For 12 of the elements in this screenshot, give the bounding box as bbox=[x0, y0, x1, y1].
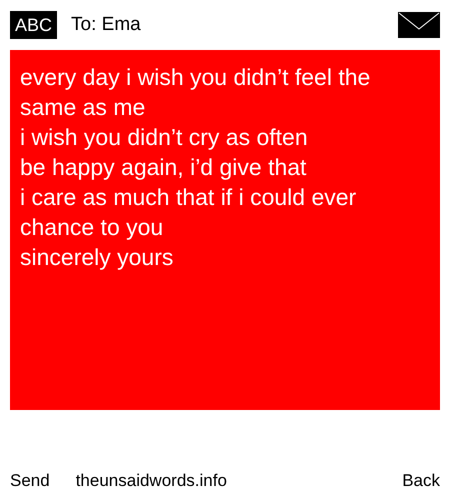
message-line: i wish you didn’t cry as often bbox=[20, 123, 309, 152]
back-button[interactable]: Back bbox=[402, 468, 440, 494]
message-line: sincerely yours bbox=[20, 243, 174, 272]
keyboard-mode-label[interactable]: ABC bbox=[10, 11, 58, 39]
message-line: chance to you bbox=[20, 213, 164, 242]
website-link[interactable]: theunsaidwords.info bbox=[76, 468, 227, 494]
message-area[interactable]: every day i wish you didn’t feel the same as me i wish you didn’t cry as often be happy again, i’d give that i care as much that if i could ever chance to you sincerely yours bbox=[10, 50, 440, 410]
message-line: be happy again, i’d give that bbox=[20, 153, 308, 182]
envelope-icon[interactable] bbox=[398, 12, 440, 38]
message-line: i care as much that if i could ever bbox=[20, 183, 358, 212]
send-button[interactable]: Send bbox=[10, 468, 50, 494]
recipient-label: To: Ema bbox=[71, 12, 141, 37]
